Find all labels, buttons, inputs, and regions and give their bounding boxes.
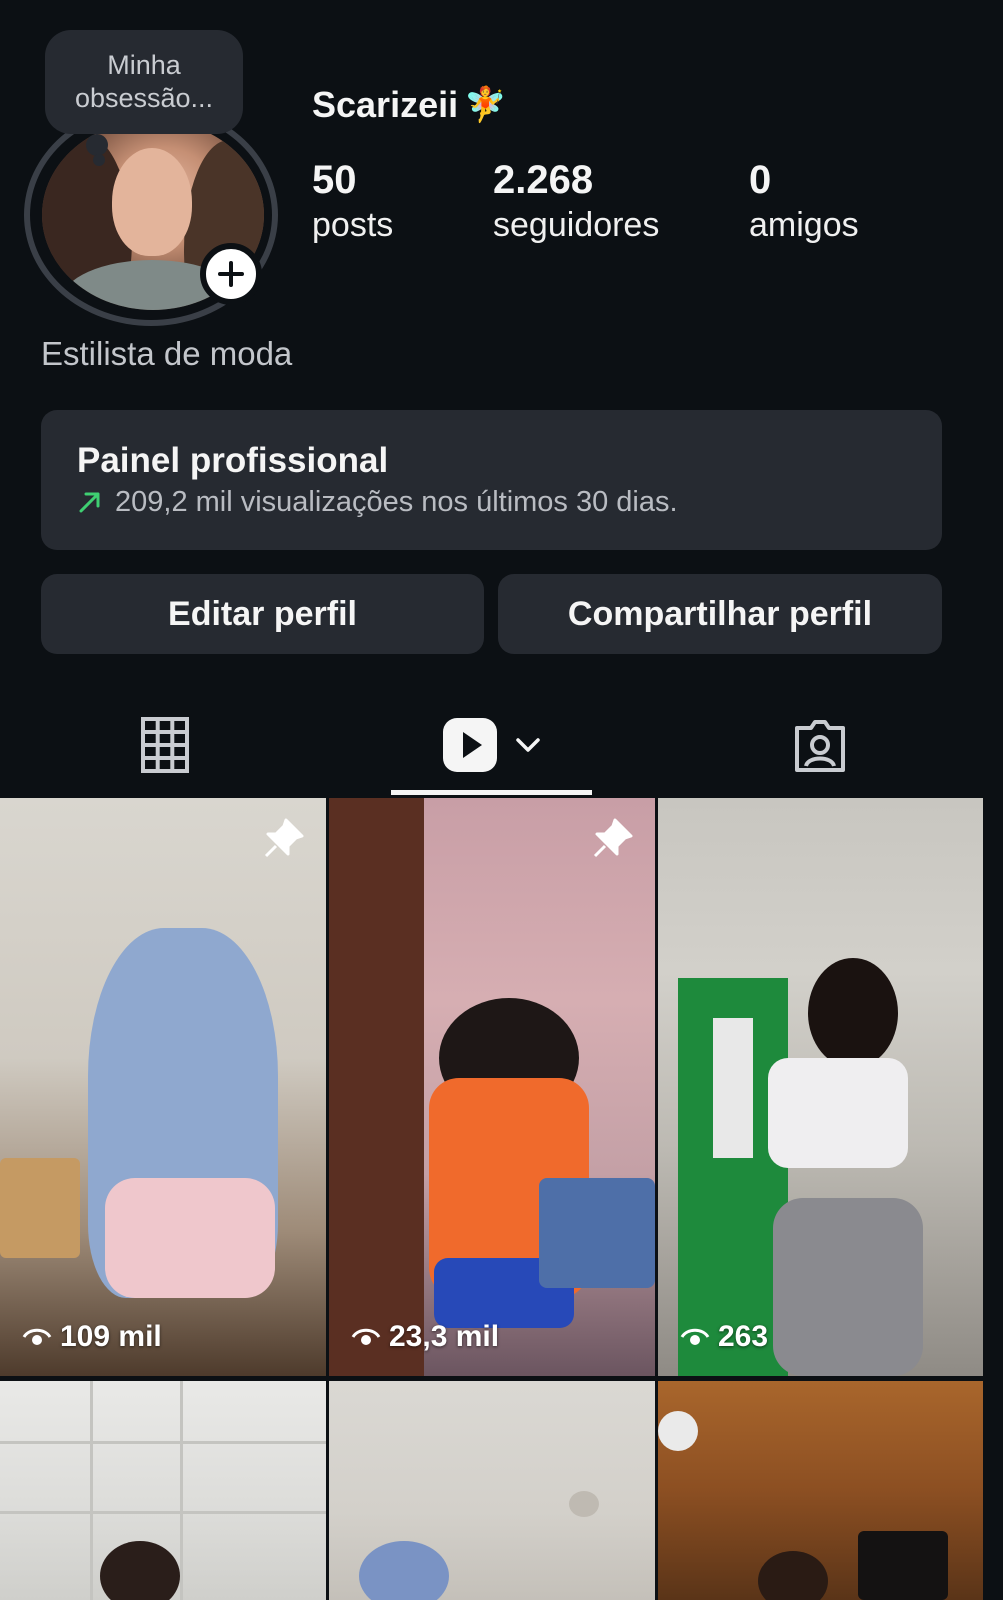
tab-tagged[interactable] (660, 700, 980, 790)
active-tab-indicator (391, 790, 592, 795)
pin-icon (264, 818, 304, 858)
username: Scarizeii 🧚 (312, 84, 506, 126)
note-tail (86, 134, 108, 156)
grid-tile-1[interactable]: 109 mil (0, 798, 326, 1376)
eye-icon (351, 1328, 381, 1345)
grid-tile-2[interactable]: 23,3 mil (329, 798, 655, 1376)
stat-posts-value: 50 (312, 158, 357, 202)
view-count-value: 23,3 mil (389, 1320, 500, 1353)
note-line-1: Minha (107, 50, 181, 80)
grid-tile-4[interactable] (0, 1381, 326, 1600)
grid-tile-3[interactable]: 263 (658, 798, 983, 1376)
stat-friends-value: 0 (749, 158, 772, 202)
eye-icon (22, 1328, 52, 1345)
plus-icon (218, 261, 244, 287)
stat-friends[interactable]: 0 amigos (749, 158, 859, 248)
note-tail-small (93, 154, 105, 166)
tab-reels[interactable] (391, 700, 592, 790)
share-profile-button[interactable]: Compartilhar perfil (498, 574, 942, 654)
edit-profile-button[interactable]: Editar perfil (41, 574, 484, 654)
trend-up-icon (79, 492, 100, 513)
stat-followers-value: 2.268 (493, 158, 594, 202)
stat-posts-label: posts (312, 206, 394, 244)
bio: Estilista de moda (41, 335, 293, 372)
view-count-value: 263 (718, 1320, 769, 1353)
tagged-icon (795, 720, 845, 772)
professional-dashboard[interactable]: Painel profissional 209,2 mil visualizaç… (41, 410, 942, 550)
username-text: Scarizeii (312, 84, 459, 125)
chevron-down-icon[interactable] (513, 735, 543, 755)
pro-panel-subtitle-row: 209,2 mil visualizações nos últimos 30 d… (77, 482, 906, 522)
pro-panel-subtitle: 209,2 mil visualizações nos últimos 30 d… (115, 486, 678, 518)
pin-icon (593, 818, 633, 858)
add-story-button[interactable] (200, 243, 262, 305)
note-bubble[interactable]: Minha obsessão... (45, 30, 243, 134)
stat-friends-label: amigos (749, 206, 859, 244)
grid-tile-6[interactable] (658, 1381, 983, 1600)
note-line-2: obsessão... (74, 83, 214, 113)
view-count-value: 109 mil (60, 1320, 162, 1353)
stat-followers[interactable]: 2.268 seguidores (493, 158, 659, 248)
grid-tile-5[interactable] (329, 1381, 655, 1600)
pro-panel-title: Painel profissional (77, 441, 389, 480)
fairy-emoji: 🧚 (464, 86, 507, 124)
tab-grid[interactable] (0, 700, 330, 790)
reels-icon (442, 718, 497, 772)
stat-followers-label: seguidores (493, 206, 660, 244)
eye-icon (680, 1328, 710, 1345)
view-count: 23,3 mil (351, 1320, 499, 1354)
grid-icon (141, 717, 189, 773)
stat-posts[interactable]: 50 posts (312, 158, 393, 248)
view-count: 109 mil (22, 1320, 162, 1354)
view-count: 263 (680, 1320, 768, 1354)
